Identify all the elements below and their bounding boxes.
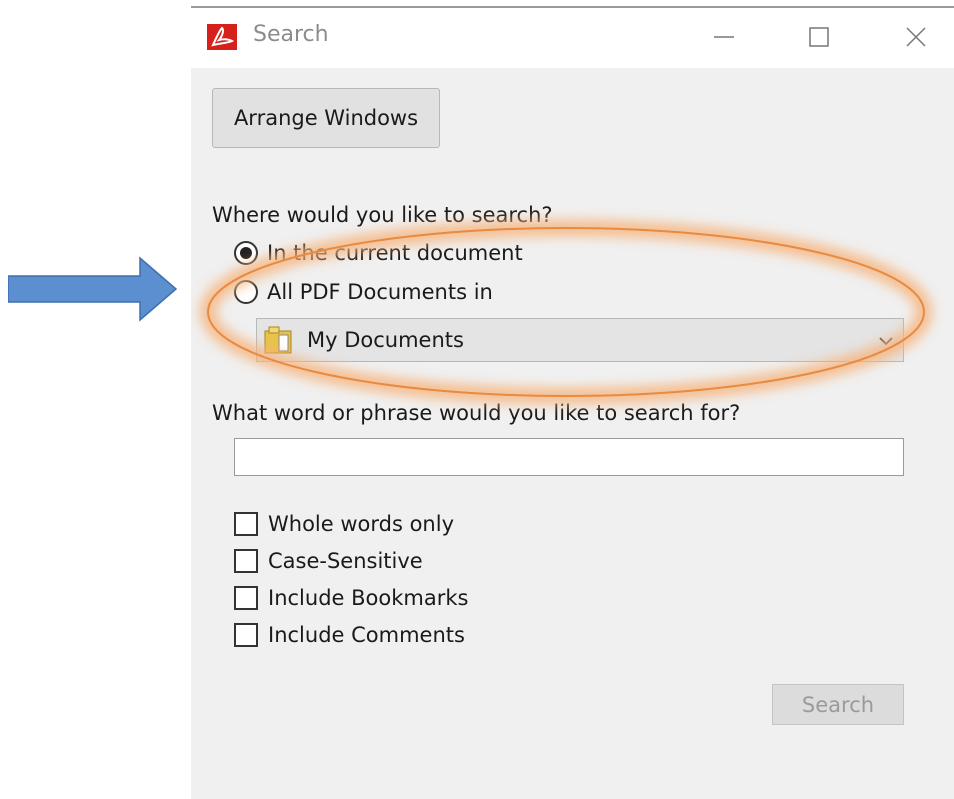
checkbox-include-bookmarks-box[interactable] (234, 586, 258, 610)
phrase-heading: What word or phrase would you like to se… (212, 401, 741, 425)
radio-all-pdf-documents[interactable]: All PDF Documents in (233, 279, 493, 305)
window-title: Search (253, 22, 329, 47)
minimize-icon (714, 36, 734, 38)
radio-all-label: All PDF Documents in (267, 280, 493, 304)
checkbox-whole-words-label: Whole words only (268, 512, 455, 536)
checkbox-include-bookmarks[interactable]: Include Bookmarks (234, 586, 468, 610)
search-phrase-input[interactable] (234, 438, 904, 476)
checkbox-include-bookmarks-label: Include Bookmarks (268, 586, 469, 610)
radio-unselected-icon[interactable] (233, 279, 259, 305)
annotation-arrow-icon (8, 256, 178, 322)
acrobat-icon (207, 24, 237, 50)
checkbox-include-comments[interactable]: Include Comments (234, 623, 465, 647)
maximize-button[interactable] (801, 22, 837, 52)
where-heading: Where would you like to search? (212, 203, 553, 227)
close-button[interactable] (898, 22, 934, 52)
checkbox-whole-words-box[interactable] (234, 512, 258, 536)
radio-current-document[interactable]: In the current document (233, 240, 523, 266)
checkbox-whole-words[interactable]: Whole words only (234, 512, 454, 536)
radio-current-label: In the current document (267, 241, 523, 265)
arrange-windows-button[interactable]: Arrange Windows (212, 88, 440, 148)
checkbox-case-sensitive-box[interactable] (234, 549, 258, 573)
search-button[interactable]: Search (772, 684, 904, 725)
maximize-icon (809, 27, 829, 47)
checkbox-case-sensitive-label: Case-Sensitive (268, 549, 423, 573)
checkbox-include-comments-label: Include Comments (268, 623, 465, 647)
radio-selected-icon[interactable] (233, 240, 259, 266)
checkbox-case-sensitive[interactable]: Case-Sensitive (234, 549, 423, 573)
checkbox-include-comments-box[interactable] (234, 623, 258, 647)
folder-select[interactable]: My Documents (256, 318, 904, 362)
title-bar[interactable]: Search (191, 8, 954, 68)
screenshot-stage: Search Arrange Windows Where would you l… (0, 0, 954, 799)
folder-icon (264, 326, 292, 354)
folder-select-value: My Documents (307, 328, 464, 352)
minimize-button[interactable] (706, 22, 742, 52)
close-icon (906, 27, 926, 47)
search-window: Search Arrange Windows Where would you l… (191, 6, 954, 799)
chevron-down-icon[interactable] (877, 332, 895, 350)
